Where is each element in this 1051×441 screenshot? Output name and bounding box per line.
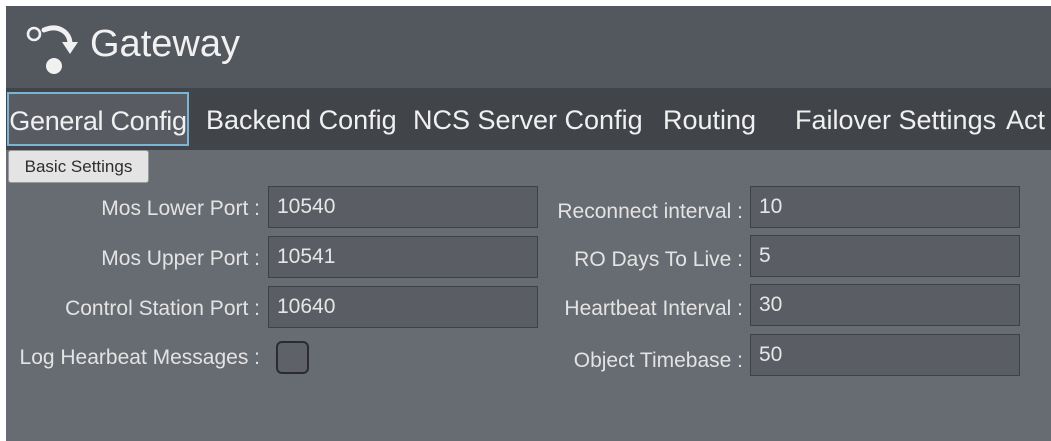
object-timebase-label: Object Timebase : xyxy=(573,349,743,372)
heartbeat-interval-field[interactable]: 30 xyxy=(750,284,1020,326)
log-heartbeat-messages-label: Log Hearbeat Messages : xyxy=(19,346,260,369)
mos-upper-port-label: Mos Upper Port : xyxy=(101,247,260,270)
log-heartbeat-messages-checkbox[interactable] xyxy=(276,341,309,374)
mos-lower-port-label: Mos Lower Port : xyxy=(101,197,260,220)
object-timebase-field[interactable]: 50 xyxy=(750,334,1020,376)
mos-lower-port-field[interactable]: 10540 xyxy=(268,186,538,228)
gateway-logo-icon xyxy=(26,25,78,74)
title-bar: Gateway xyxy=(6,6,1051,88)
tab-bar: General Config Backend Config NCS Server… xyxy=(6,88,1051,150)
tab-failover-settings[interactable]: Failover Settings xyxy=(795,92,996,148)
control-station-port-label: Control Station Port : xyxy=(65,297,260,320)
app-title: Gateway xyxy=(90,23,240,65)
basic-settings-button[interactable]: Basic Settings xyxy=(8,150,149,183)
control-station-port-field[interactable]: 10640 xyxy=(268,286,538,328)
tab-routing[interactable]: Routing xyxy=(663,92,756,148)
tab-act[interactable]: Act xyxy=(1006,92,1045,148)
reconnect-interval-label: Reconnect interval : xyxy=(557,200,743,223)
reconnect-interval-field[interactable]: 10 xyxy=(750,186,1020,228)
mos-upper-port-field[interactable]: 10541 xyxy=(268,236,538,278)
gateway-window: Gateway General Config Backend Config NC… xyxy=(6,6,1051,441)
tab-ncs-server-config[interactable]: NCS Server Config xyxy=(413,92,643,148)
ro-days-to-live-label: RO Days To Live : xyxy=(574,248,743,271)
ro-days-to-live-field[interactable]: 5 xyxy=(750,235,1020,277)
tab-backend-config[interactable]: Backend Config xyxy=(206,92,397,148)
tab-general-config[interactable]: General Config xyxy=(7,92,189,146)
heartbeat-interval-label: Heartbeat Interval : xyxy=(564,297,743,320)
